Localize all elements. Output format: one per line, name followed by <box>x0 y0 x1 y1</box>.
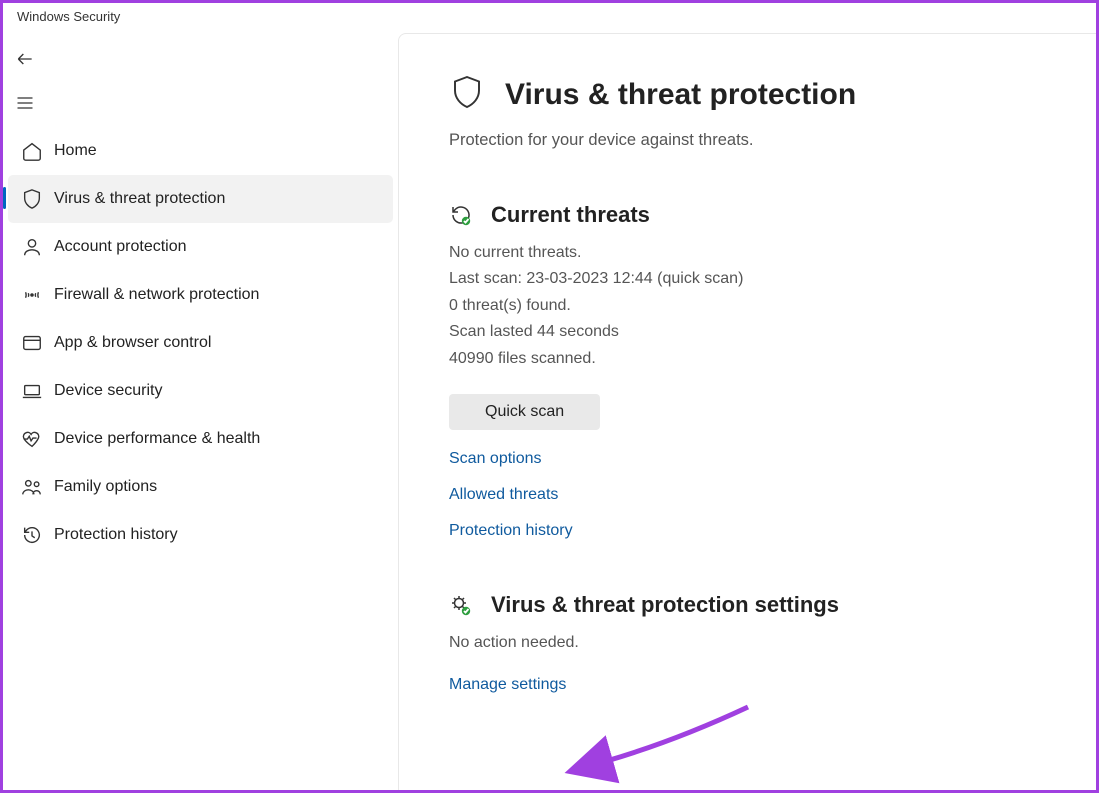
sidebar-item-protection-history[interactable]: Protection history <box>3 511 398 559</box>
home-icon <box>9 140 54 162</box>
hamburger-button[interactable] <box>3 79 398 127</box>
sidebar-item-firewall[interactable]: Firewall & network protection <box>3 271 398 319</box>
sidebar-item-label: Virus & threat protection <box>54 190 225 208</box>
history-icon <box>9 524 54 546</box>
current-threats-heading: Current threats <box>491 202 650 228</box>
sidebar-item-device-security[interactable]: Device security <box>3 367 398 415</box>
vt-settings-section: Virus & threat protection settings No ac… <box>449 592 1046 694</box>
vt-settings-status: No action needed. <box>449 630 1046 656</box>
threats-found-text: 0 threat(s) found. <box>449 293 1046 319</box>
heart-pulse-icon <box>9 428 54 450</box>
shield-icon <box>9 188 54 210</box>
laptop-icon <box>9 380 54 402</box>
sidebar-item-family-options[interactable]: Family options <box>3 463 398 511</box>
sidebar-item-virus-threat[interactable]: Virus & threat protection <box>8 175 393 223</box>
allowed-threats-link[interactable]: Allowed threats <box>449 486 558 504</box>
files-scanned-text: 40990 files scanned. <box>449 346 1046 372</box>
scan-options-link[interactable]: Scan options <box>449 450 542 468</box>
sidebar-item-app-browser[interactable]: App & browser control <box>3 319 398 367</box>
sidebar-item-label: Family options <box>54 478 157 496</box>
sidebar-item-account-protection[interactable]: Account protection <box>3 223 398 271</box>
scan-duration-text: Scan lasted 44 seconds <box>449 319 1046 345</box>
sidebar-item-label: Device performance & health <box>54 430 260 448</box>
sidebar-item-label: Firewall & network protection <box>54 286 259 304</box>
sidebar-item-label: Account protection <box>54 238 187 256</box>
sidebar-item-device-performance[interactable]: Device performance & health <box>3 415 398 463</box>
page-subtitle: Protection for your device against threa… <box>449 131 1046 150</box>
antenna-icon <box>9 284 54 306</box>
current-threats-section: Current threats No current threats. Last… <box>449 202 1046 540</box>
vt-settings-heading: Virus & threat protection settings <box>491 592 839 618</box>
sidebar-item-label: Device security <box>54 382 162 400</box>
quick-scan-button[interactable]: Quick scan <box>449 394 600 430</box>
sidebar-item-label: App & browser control <box>54 334 211 352</box>
window-title: Windows Security <box>3 3 1096 33</box>
main-content: Virus & threat protection Protection for… <box>398 33 1096 790</box>
last-scan-text: Last scan: 23-03-2023 12:44 (quick scan) <box>449 266 1046 292</box>
scan-ok-icon <box>449 203 475 227</box>
person-icon <box>9 236 54 258</box>
hamburger-icon <box>15 93 35 113</box>
protection-history-link[interactable]: Protection history <box>449 522 573 540</box>
manage-settings-link[interactable]: Manage settings <box>449 676 566 694</box>
no-threats-text: No current threats. <box>449 240 1046 266</box>
family-icon <box>9 476 54 498</box>
back-button[interactable] <box>3 39 398 79</box>
sidebar-item-label: Protection history <box>54 526 178 544</box>
window-icon <box>9 332 54 354</box>
sidebar: Home Virus & threat protection Account p… <box>3 33 398 790</box>
page-title: Virus & threat protection <box>505 78 856 112</box>
shield-large-icon <box>449 72 485 117</box>
settings-ok-icon <box>449 593 475 617</box>
back-arrow-icon <box>15 49 35 69</box>
sidebar-item-label: Home <box>54 142 97 160</box>
sidebar-item-home[interactable]: Home <box>3 127 398 175</box>
